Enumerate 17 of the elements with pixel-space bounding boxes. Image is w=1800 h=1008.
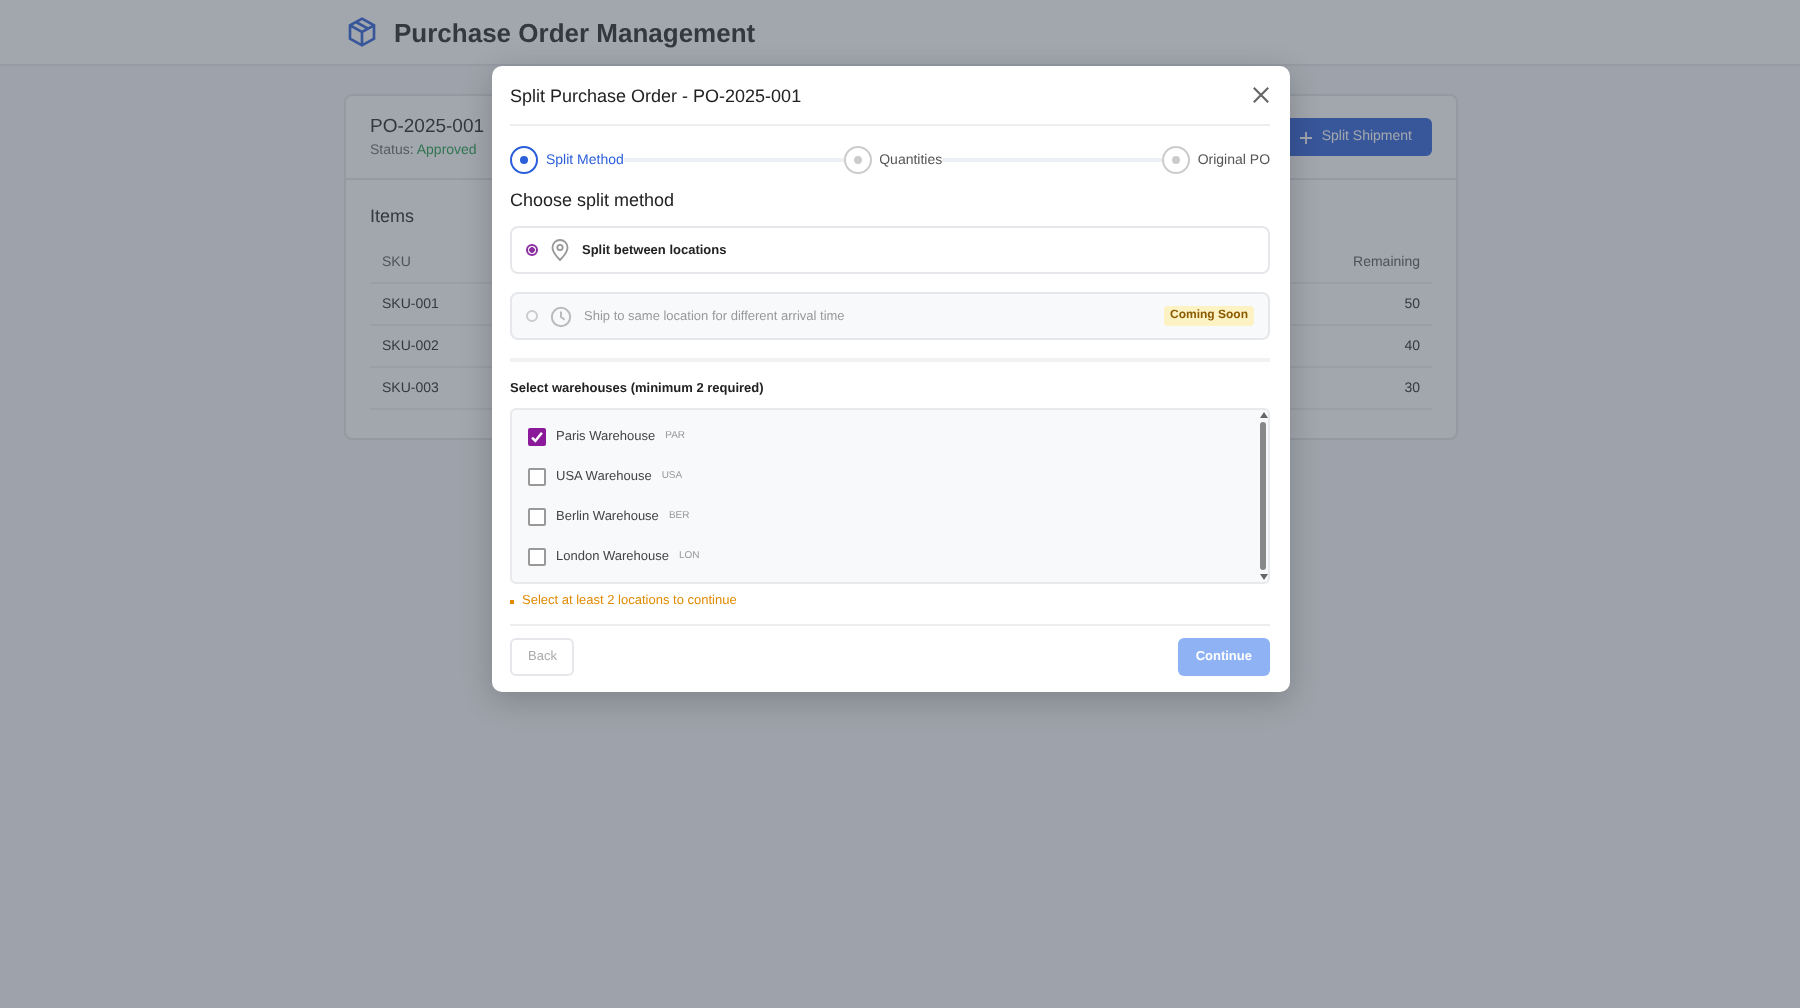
items-heading: Items xyxy=(370,206,415,226)
checkbox[interactable] xyxy=(528,427,546,445)
box-icon xyxy=(346,16,378,48)
page-title: Purchase Order Management xyxy=(394,17,756,47)
checkbox[interactable] xyxy=(528,467,546,485)
scroll-down-arrow-icon[interactable] xyxy=(1259,574,1267,580)
map-pin-icon xyxy=(550,238,570,262)
close-icon[interactable] xyxy=(1252,86,1270,104)
section-heading: Choose split method xyxy=(510,190,677,210)
checkbox[interactable] xyxy=(528,507,546,525)
clock-icon xyxy=(550,305,572,327)
order-number: PO-2025-001 xyxy=(370,116,485,138)
dialog-title: Split Purchase Order - PO-2025-001 xyxy=(510,85,802,105)
checkbox[interactable] xyxy=(528,547,546,565)
scroll-up-arrow-icon[interactable] xyxy=(1259,412,1267,418)
scrollbar[interactable] xyxy=(1258,410,1268,582)
plus-icon xyxy=(1299,131,1312,143)
